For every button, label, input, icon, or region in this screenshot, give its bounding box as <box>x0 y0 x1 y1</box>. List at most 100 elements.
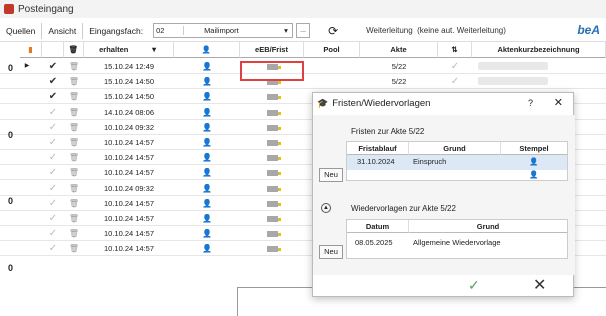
cancel-button[interactable]: ✕ <box>533 275 546 295</box>
read-check-icon[interactable]: ✔ <box>42 74 64 89</box>
row-date: 10.10.24 14:57 <box>103 214 155 223</box>
envelope-icon[interactable] <box>240 181 304 196</box>
person-icon[interactable]: 👤 <box>174 226 240 241</box>
read-check-icon[interactable]: ✓ <box>42 120 64 135</box>
fristen-header-ablauf[interactable]: Fristablauf <box>347 142 409 155</box>
dialog-body: Fristen zur Akte 5/22 Fristablauf Grund … <box>313 115 575 275</box>
trash-icon[interactable]: 🗑 <box>64 196 84 211</box>
person-icon[interactable]: 👤 <box>174 120 240 135</box>
collapse-up-icon[interactable]: ▲ <box>321 203 331 213</box>
envelope-icon[interactable] <box>240 196 304 211</box>
read-check-icon[interactable]: ✓ <box>42 226 64 241</box>
person-icon[interactable]: 👤 <box>174 181 240 196</box>
eingangsfach-label: Eingangsfach: <box>89 25 144 36</box>
read-check-icon[interactable]: ✓ <box>42 150 64 165</box>
sort-desc-icon: ▼ <box>150 45 158 54</box>
header-person-icon[interactable]: 👤 <box>174 42 240 58</box>
envelope-icon[interactable] <box>240 120 304 135</box>
person-icon[interactable]: 👤 <box>174 211 240 226</box>
status-check-icon: ✓ <box>450 61 460 72</box>
read-check-icon[interactable]: ✓ <box>42 196 64 211</box>
stempel-person-icon[interactable]: 👤 <box>529 155 538 169</box>
envelope-icon[interactable] <box>240 165 304 180</box>
row-date: 10.10.24 14:57 <box>103 198 155 208</box>
envelope-icon[interactable] <box>240 241 304 256</box>
trash-icon[interactable]: 🗑 <box>64 59 84 74</box>
row-date: 10.10.24 14:57 <box>103 168 155 178</box>
read-check-icon[interactable]: ✓ <box>42 165 64 180</box>
weiterleitung-label: Weiterleitung (keine aut. Weiterleitung) <box>366 26 506 35</box>
read-check-icon[interactable]: ✔ <box>42 59 64 74</box>
eingangsfach-more-button[interactable]: ... <box>296 23 311 38</box>
trash-icon[interactable]: 🗑 <box>64 105 84 120</box>
read-check-icon[interactable]: ✓ <box>42 105 64 120</box>
envelope-icon[interactable] <box>240 150 304 165</box>
read-check-icon[interactable]: ✓ <box>42 241 64 256</box>
trash-icon[interactable]: 🗑 <box>64 211 84 226</box>
stempel-person-icon-2[interactable]: 👤 <box>529 168 538 182</box>
wv-datum: 08.05.2025 <box>355 238 393 247</box>
person-icon[interactable]: 👤 <box>174 59 240 74</box>
trash-icon[interactable]: 🗑 <box>64 89 84 104</box>
header-check[interactable] <box>42 42 64 58</box>
header-trash-icon[interactable]: 🗑 <box>64 42 84 58</box>
read-check-icon[interactable]: ✔ <box>42 89 64 104</box>
fristen-header-grund[interactable]: Grund <box>409 142 501 155</box>
ok-button[interactable]: ✓ <box>468 277 480 294</box>
trash-icon[interactable]: 🗑 <box>64 150 84 165</box>
trash-icon[interactable]: 🗑 <box>64 135 84 150</box>
ansicht-menu[interactable]: Ansicht <box>42 22 84 39</box>
envelope-icon[interactable] <box>240 226 304 241</box>
fristen-neu-button[interactable]: Neu <box>319 168 343 182</box>
trash-icon[interactable]: 🗑 <box>64 165 84 180</box>
header-erhalten-label: erhalten <box>99 45 129 54</box>
envelope-icon[interactable] <box>240 135 304 150</box>
envelope-icon[interactable] <box>240 89 304 104</box>
read-check-icon[interactable]: ✓ <box>42 181 64 196</box>
envelope-icon[interactable] <box>240 211 304 226</box>
header-akte[interactable]: Akte <box>360 42 438 58</box>
header-aktenkurz[interactable]: Aktenkurzbezeichnung <box>472 42 606 58</box>
row-aktenkurz-redacted <box>472 74 606 89</box>
read-check-icon[interactable]: ✓ <box>42 135 64 150</box>
person-icon[interactable]: 👤 <box>174 196 240 211</box>
wv-header-datum[interactable]: Datum <box>347 220 409 233</box>
trash-icon[interactable]: 🗑 <box>64 241 84 256</box>
trash-icon[interactable]: 🗑 <box>64 181 84 196</box>
status-check-icon: ✓ <box>450 76 460 88</box>
person-icon[interactable]: 👤 <box>174 165 240 180</box>
fristen-header-stempel[interactable]: Stempel <box>501 142 567 155</box>
read-check-icon[interactable]: ✓ <box>42 211 64 226</box>
row-date: 10.10.24 09:32 <box>103 183 155 193</box>
highlight-box <box>240 61 304 81</box>
person-icon[interactable]: 👤 <box>174 74 240 89</box>
bea-logo: beA <box>577 23 600 37</box>
close-button[interactable]: ✕ <box>554 96 563 109</box>
person-icon[interactable]: 👤 <box>174 150 240 165</box>
trash-icon[interactable]: 🗑 <box>64 120 84 135</box>
header-status-icon[interactable]: ⇅ <box>438 42 472 58</box>
frist-grund: Einspruch <box>413 157 447 166</box>
person-icon[interactable]: 👤 <box>174 135 240 150</box>
toolbar: Quellen Ansicht Eingangsfach: 02 Mailimp… <box>0 20 606 42</box>
header-pool[interactable]: Pool <box>304 42 360 58</box>
row-date: 10.10.24 09:32 <box>103 122 155 132</box>
wv-neu-button[interactable]: Neu <box>319 245 343 259</box>
row-date: 10.10.24 14:57 <box>103 138 155 147</box>
person-icon[interactable]: 👤 <box>174 89 240 104</box>
dialog-titlebar: 🎓 Fristen/Wiedervorlagen ? ✕ <box>313 93 573 113</box>
person-icon[interactable]: 👤 <box>174 105 240 120</box>
envelope-icon[interactable] <box>240 105 304 120</box>
trash-icon[interactable]: 🗑 <box>64 226 84 241</box>
quellen-menu[interactable]: Quellen <box>0 22 43 39</box>
help-button[interactable]: ? <box>528 98 533 108</box>
trash-icon[interactable]: 🗑 <box>64 74 84 89</box>
person-icon[interactable]: 👤 <box>174 241 240 256</box>
wv-header-grund[interactable]: Grund <box>409 220 567 233</box>
refresh-icon[interactable]: ⟳ <box>328 24 338 38</box>
header-erhalten[interactable]: erhalten ▼ <box>84 42 174 58</box>
row-date: 15.10.24 14:50 <box>103 92 155 102</box>
header-eeb[interactable]: eEB/Frist <box>240 42 304 58</box>
eingangsfach-select[interactable]: 02 Mailimport ▾ <box>153 23 294 38</box>
wv-grund: Allgemeine Wiedervorlage <box>413 238 501 247</box>
